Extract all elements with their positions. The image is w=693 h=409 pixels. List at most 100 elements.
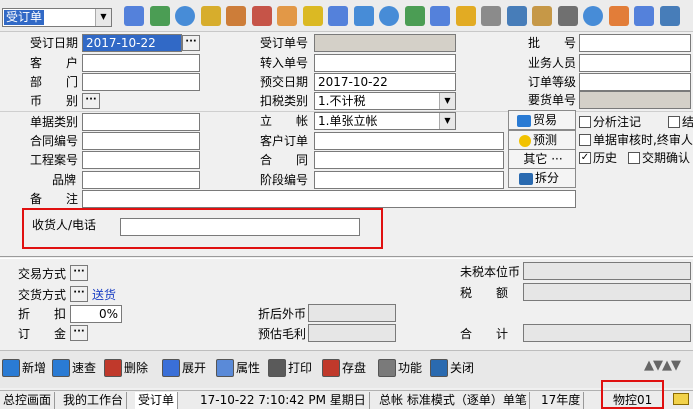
calc-icon[interactable] [506, 6, 527, 26]
est-profit-field[interactable] [308, 324, 396, 342]
delivery-method-value[interactable]: 送货 [92, 286, 116, 304]
forecast-button-label: 预测 [533, 133, 558, 147]
house-icon[interactable] [251, 6, 272, 26]
zoom-icon[interactable] [659, 6, 680, 26]
total-field[interactable] [523, 324, 691, 342]
project-no-field[interactable] [82, 151, 200, 169]
remark-field[interactable] [82, 190, 576, 208]
split-button-label: 拆分 [535, 171, 560, 185]
delivery-method-picker-button[interactable]: ··· [70, 286, 88, 302]
bottom-button-8[interactable]: 关闭 [430, 354, 474, 382]
batch-field[interactable] [579, 34, 691, 52]
check-icon[interactable] [583, 6, 603, 26]
bottom-button-1[interactable]: 速查 [52, 354, 96, 382]
bottom-button-label: 展开 [182, 361, 207, 375]
split-icon [519, 172, 533, 185]
receiver-field[interactable] [120, 218, 360, 236]
order-date-picker-button[interactable]: ··· [182, 35, 200, 51]
order-date-field[interactable]: 2017-10-22 [82, 34, 182, 52]
after-discount-field[interactable] [308, 304, 396, 322]
salesman-field[interactable] [579, 54, 691, 72]
trade-method-picker-button[interactable]: ··· [70, 265, 88, 281]
db-icon[interactable] [532, 6, 552, 26]
lock-icon[interactable] [200, 6, 221, 26]
cust-order-field[interactable] [314, 132, 504, 150]
req-no-field[interactable] [579, 91, 691, 109]
window-select[interactable]: 受订单 ▼ [2, 8, 112, 27]
tax-field[interactable] [523, 283, 691, 301]
bottom-button-3[interactable]: 展开 [162, 354, 206, 382]
search-icon [52, 359, 70, 377]
history-checkbox-label: 历史 [593, 151, 618, 165]
doc-type-field[interactable] [82, 113, 200, 131]
help-icon[interactable] [379, 6, 399, 26]
currency-picker-button[interactable]: ··· [82, 93, 100, 109]
bottom-button-label: 删除 [124, 361, 149, 375]
contract-no-field[interactable] [82, 132, 200, 150]
trade-method-label: 交易方式 [18, 267, 67, 281]
contract-field[interactable] [314, 151, 504, 169]
tab-order[interactable]: 受订单 [135, 392, 179, 409]
chevron-down-icon[interactable]: ▼ [95, 9, 111, 26]
project-no-label: 工程案号 [30, 153, 79, 167]
doc-type-label: 单据类别 [30, 115, 79, 129]
users-icon[interactable] [277, 6, 297, 26]
cart-icon[interactable] [430, 6, 450, 26]
bottom-button-5[interactable]: 打印 [268, 354, 312, 382]
tab-main-control[interactable]: 总控画面 [0, 392, 56, 409]
tab-my-workbench[interactable]: 我的工作台 [60, 392, 128, 409]
stage-no-field[interactable] [314, 171, 504, 189]
order-level-field[interactable] [579, 73, 691, 91]
dollar-icon[interactable] [404, 6, 425, 26]
delivery-confirm-checkbox-label: 交期确认 [642, 151, 691, 165]
barcode-icon[interactable] [124, 6, 144, 26]
bottom-button-7[interactable]: 功能 [378, 354, 422, 382]
untaxed-field[interactable] [523, 262, 691, 280]
account-select[interactable]: 1.单张立帐 ▼ [314, 112, 456, 130]
split-button[interactable]: 拆分 [508, 168, 576, 188]
brand-field[interactable] [82, 171, 200, 189]
sun-icon [519, 134, 531, 147]
deposit-picker-button[interactable]: ··· [70, 325, 88, 341]
bottom-button-label: 属性 [236, 361, 261, 375]
mail-icon[interactable] [673, 393, 689, 405]
bottom-button-6[interactable]: 存盘 [322, 354, 366, 382]
chevron-down-icon[interactable]: ▼ [439, 93, 455, 109]
discount-field[interactable]: 0% [70, 305, 122, 323]
trade-button[interactable]: 贸易 [508, 110, 576, 130]
expand-icon [162, 359, 180, 377]
flag-icon[interactable] [608, 6, 629, 26]
mail-icon[interactable] [302, 6, 323, 26]
search-doc-icon[interactable] [634, 6, 654, 26]
book-icon[interactable] [328, 6, 348, 26]
department-field[interactable] [82, 73, 200, 91]
close-icon [430, 359, 448, 377]
copy-icon[interactable] [481, 6, 501, 26]
audit-checkbox[interactable] [579, 134, 591, 146]
key-icon[interactable] [353, 6, 374, 26]
bottom-button-2[interactable]: 删除 [104, 354, 148, 382]
tax-type-select[interactable]: 1.不计税 ▼ [314, 92, 456, 110]
import-no-field[interactable] [314, 54, 456, 72]
other-button[interactable]: 其它 ··· [508, 149, 576, 169]
bottom-button-0[interactable]: 新增 [2, 354, 46, 382]
status-year: 17年度 [538, 392, 585, 409]
bottom-button-4[interactable]: 属性 [216, 354, 260, 382]
briefcase-icon[interactable] [226, 6, 246, 26]
department-label: 部 门 [30, 75, 79, 89]
chevron-down-icon[interactable]: ▼ [439, 113, 455, 129]
untaxed-label: 未税本位币 [460, 265, 521, 279]
scroll-arrows[interactable]: ▲▼▲▼ [644, 358, 693, 378]
customer-field[interactable] [82, 54, 200, 72]
settle-checkbox[interactable] [668, 116, 680, 128]
monitor-icon[interactable] [149, 6, 170, 26]
history-checkbox[interactable]: ✓ [579, 152, 591, 164]
order-no-field[interactable] [314, 34, 456, 52]
delivery-confirm-checkbox[interactable] [628, 152, 640, 164]
print-icon[interactable] [557, 6, 578, 26]
delivery-date-field[interactable]: 2017-10-22 [314, 73, 456, 91]
finance-icon[interactable] [455, 6, 476, 26]
analysis-checkbox[interactable] [579, 116, 591, 128]
globe-icon[interactable] [175, 6, 195, 26]
forecast-button[interactable]: 预测 [508, 130, 576, 150]
